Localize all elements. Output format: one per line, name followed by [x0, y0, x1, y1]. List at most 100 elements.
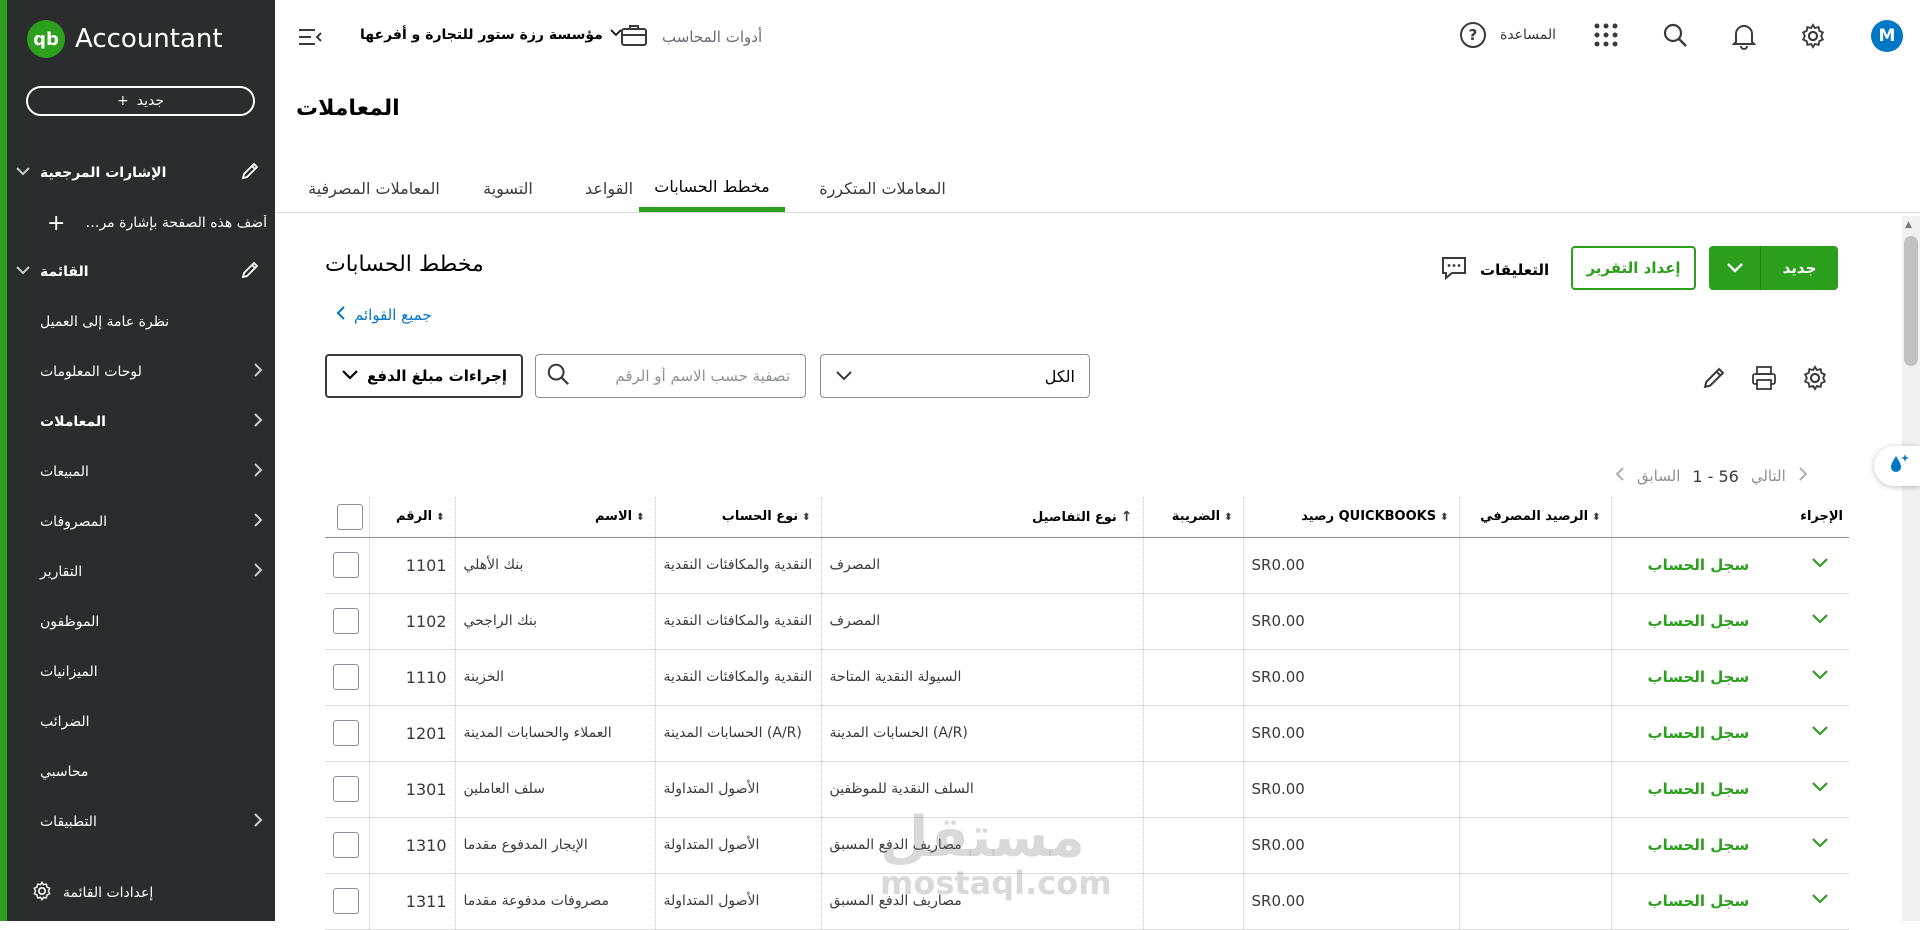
sidebar-new-button[interactable]: جديد +: [26, 86, 255, 116]
gear-icon[interactable]: [1799, 22, 1827, 54]
pager-next[interactable]: التالي: [1751, 467, 1786, 485]
select-all-checkbox[interactable]: [336, 503, 363, 530]
chevron-down-icon[interactable]: [1811, 725, 1829, 741]
column-header-tax[interactable]: الضريبة ⬍: [1142, 497, 1243, 538]
pager-prev[interactable]: السابق: [1637, 467, 1680, 485]
chevron-right-icon[interactable]: [1798, 466, 1808, 486]
sidebar-item-budgets[interactable]: الميزانيات: [7, 650, 275, 694]
tab-bank-transactions[interactable]: المعاملات المصرفية: [304, 165, 444, 211]
row-checkbox[interactable]: [333, 720, 359, 746]
new-button-label: جديد: [136, 93, 164, 109]
hamburger-icon[interactable]: [297, 26, 323, 52]
tab-recurring-transactions[interactable]: المعاملات المتكررة: [800, 165, 965, 211]
row-checkbox[interactable]: [333, 664, 359, 690]
account-history-link[interactable]: سجل الحساب: [1648, 668, 1750, 686]
sidebar-item-sales[interactable]: المبيعات: [7, 450, 275, 494]
sidebar-item-my-accountant[interactable]: محاسبي: [7, 750, 275, 794]
menu-settings-link[interactable]: إعدادات القائمة: [31, 880, 153, 906]
pencil-icon[interactable]: [1700, 364, 1728, 396]
pencil-icon[interactable]: [239, 259, 261, 285]
table-row[interactable]: 1110 الخزينة النقدية والمكافئات النقدية الس…: [325, 649, 1849, 706]
scrollbar-thumb[interactable]: [1904, 236, 1918, 366]
batch-actions-dropdown[interactable]: إجراءات مبلغ الدفع: [325, 354, 523, 398]
cell-qb-balance: SR0.00: [1242, 593, 1459, 650]
sidebar-item-dashboards[interactable]: لوحات المعلومات: [7, 350, 275, 394]
sidebar-item-expenses[interactable]: المصروفات: [7, 500, 275, 544]
chevron-down-icon[interactable]: [13, 161, 33, 185]
user-avatar[interactable]: M: [1871, 20, 1903, 52]
accountant-tools-label: أدوات المحاسب: [662, 28, 763, 46]
table-row[interactable]: 1101 بنك الأهلي النقدية والمكافئات النقدية…: [325, 537, 1849, 594]
tab-chart-of-accounts[interactable]: مخطط الحسابات: [639, 165, 785, 212]
table-header-row: الرقم ⬍ الاسم ⬍ نوع الحساب ⬍ نوع التفاصيل ↑ …: [325, 497, 1849, 538]
select-all-cell: [325, 497, 369, 538]
chevron-down-icon[interactable]: [13, 260, 33, 284]
column-header-qb-balance[interactable]: رصيد QUICKBOOKS ⬍: [1242, 497, 1459, 538]
column-header-bank-balance[interactable]: الرصيد المصرفي ⬍: [1458, 497, 1611, 538]
account-history-link[interactable]: سجل الحساب: [1648, 780, 1750, 798]
chevron-right-icon: [250, 460, 266, 484]
chevron-left-icon[interactable]: [1615, 466, 1625, 486]
row-checkbox[interactable]: [333, 552, 359, 578]
chevron-down-icon[interactable]: [1811, 557, 1829, 573]
account-history-link[interactable]: سجل الحساب: [1648, 892, 1750, 910]
chevron-down-icon[interactable]: [1811, 669, 1829, 685]
sidebar-item-transactions[interactable]: المعاملات: [0, 400, 275, 444]
column-header-account-type[interactable]: نوع الحساب ⬍: [654, 497, 821, 538]
column-header-detail-type[interactable]: نوع التفاصيل ↑: [820, 497, 1143, 538]
gear-icon[interactable]: [1801, 364, 1829, 396]
sidebar-item-label: التطبيقات: [40, 814, 97, 830]
row-checkbox[interactable]: [333, 888, 359, 914]
apps-grid-icon[interactable]: [1593, 22, 1619, 52]
search-input[interactable]: [580, 367, 790, 385]
printer-icon[interactable]: [1750, 364, 1778, 396]
sidebar-item-client-overview[interactable]: نظرة عامة إلى العميل: [7, 300, 275, 344]
column-header-number[interactable]: الرقم ⬍: [368, 497, 455, 538]
sidebar-item-reports[interactable]: التقارير: [7, 550, 275, 594]
bell-icon[interactable]: [1731, 22, 1757, 54]
cell-action: سجل الحساب: [1610, 593, 1849, 650]
account-history-link[interactable]: سجل الحساب: [1648, 612, 1750, 630]
pencil-icon[interactable]: [239, 160, 261, 186]
tab-reconcile[interactable]: التسوية: [468, 165, 548, 211]
row-checkbox[interactable]: [333, 776, 359, 802]
sidebar-item-apps[interactable]: التطبيقات: [7, 800, 275, 844]
accountant-tools-button[interactable]: أدوات المحاسب: [620, 22, 762, 52]
column-header-name[interactable]: الاسم ⬍: [454, 497, 655, 538]
table-row[interactable]: 1201 العملاء والحسابات المدينة الحسابات ال…: [325, 705, 1849, 762]
row-action: سجل الحساب: [1620, 556, 1842, 574]
assistant-widget[interactable]: [1874, 446, 1920, 486]
new-account-button[interactable]: جديد: [1709, 246, 1838, 290]
chevron-down-icon[interactable]: [1811, 893, 1829, 909]
account-history-link[interactable]: سجل الحساب: [1648, 836, 1750, 854]
chevron-down-icon[interactable]: [1811, 837, 1829, 853]
chevron-down-icon[interactable]: [1811, 613, 1829, 629]
row-checkbox[interactable]: [333, 832, 359, 858]
menu-section-header[interactable]: القائمة: [7, 257, 275, 287]
chevron-right-icon: [250, 410, 266, 434]
search-icon[interactable]: [1662, 22, 1688, 52]
sidebar-item-employees[interactable]: الموظفون: [7, 600, 275, 644]
sort-icon: ⬍: [1592, 512, 1601, 524]
chevron-down-icon[interactable]: [1709, 246, 1761, 290]
run-report-button[interactable]: إعداد التقرير: [1571, 246, 1696, 290]
account-history-link[interactable]: سجل الحساب: [1648, 556, 1750, 574]
all-lists-link[interactable]: جميع القوائم: [336, 305, 432, 325]
chevron-down-icon[interactable]: [1811, 781, 1829, 797]
row-checkbox[interactable]: [333, 608, 359, 634]
add-bookmark-item[interactable]: + أضف هذه الصفحة بإشارة مرجعية: [7, 206, 275, 240]
table-row[interactable]: 1301 سلف العاملين الأصول المتداولة السلف ال…: [325, 761, 1849, 818]
account-history-link[interactable]: سجل الحساب: [1648, 724, 1750, 742]
bookmarks-section-header[interactable]: الإشارات المرجعية: [7, 158, 275, 188]
table-row[interactable]: 1102 بنك الراجحي النقدية والمكافئات النقدي…: [325, 593, 1849, 650]
sidebar: qb Accountant جديد + الإشارات المرجعية +…: [0, 0, 275, 921]
new-button-label: جديد: [1782, 259, 1817, 277]
account-filter-select[interactable]: الكل: [820, 354, 1090, 398]
help-button[interactable]: ? المساعدة: [1460, 22, 1556, 48]
scroll-up-arrow-icon[interactable]: ▲: [1905, 220, 1912, 230]
sidebar-item-taxes[interactable]: الضرائب: [7, 700, 275, 744]
company-selector[interactable]: مؤسسة رزة ستور للتجارة و أفرعها: [360, 26, 623, 44]
cell-number: 1102: [368, 593, 455, 650]
comments-button[interactable]: التعليقات: [1440, 254, 1549, 286]
brand-logo[interactable]: qb Accountant: [27, 20, 223, 58]
